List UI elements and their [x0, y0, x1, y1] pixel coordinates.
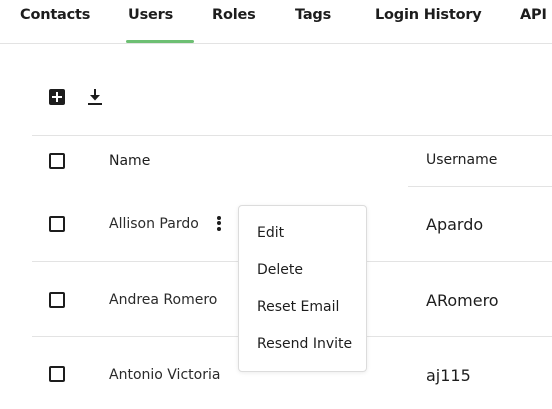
add-user-button[interactable]: [48, 88, 66, 106]
menu-item-edit[interactable]: Edit: [257, 225, 284, 241]
tab-contacts[interactable]: Contacts: [20, 7, 90, 23]
row-checkbox[interactable]: [49, 366, 65, 382]
plus-square-icon: [49, 89, 65, 105]
download-button[interactable]: [86, 88, 104, 106]
row-actions-menu: Edit Delete Reset Email Resend Invite: [238, 205, 367, 372]
tab-users[interactable]: Users: [128, 7, 173, 23]
download-icon: [88, 89, 102, 105]
user-username: aj115: [426, 366, 471, 385]
row-checkbox[interactable]: [49, 292, 65, 308]
user-name[interactable]: Antonio Victoria: [109, 367, 220, 383]
column-header-username[interactable]: Username: [426, 152, 497, 168]
user-username: ARomero: [426, 291, 499, 310]
menu-item-reset-email[interactable]: Reset Email: [257, 299, 339, 315]
column-header-name[interactable]: Name: [109, 153, 150, 169]
kebab-dot: [217, 226, 221, 231]
user-name[interactable]: Allison Pardo: [109, 216, 199, 232]
tab-roles[interactable]: Roles: [212, 7, 256, 23]
kebab-dot: [217, 221, 221, 225]
more-actions-button[interactable]: [213, 214, 225, 234]
tab-tags[interactable]: Tags: [295, 7, 331, 23]
table-top-border: [32, 135, 552, 136]
row-checkbox[interactable]: [49, 216, 65, 232]
kebab-dot: [217, 215, 221, 220]
menu-item-delete[interactable]: Delete: [257, 262, 303, 278]
tab-api[interactable]: API: [520, 7, 547, 23]
select-all-checkbox[interactable]: [49, 153, 65, 169]
active-tab-indicator: [126, 40, 194, 43]
user-username: Apardo: [426, 215, 484, 234]
menu-item-resend-invite[interactable]: Resend Invite: [257, 336, 352, 352]
user-name[interactable]: Andrea Romero: [109, 292, 217, 308]
tab-bar: Contacts Users Roles Tags Login History …: [0, 0, 552, 44]
header-divider: [408, 186, 552, 187]
tab-login-history[interactable]: Login History: [375, 7, 482, 23]
